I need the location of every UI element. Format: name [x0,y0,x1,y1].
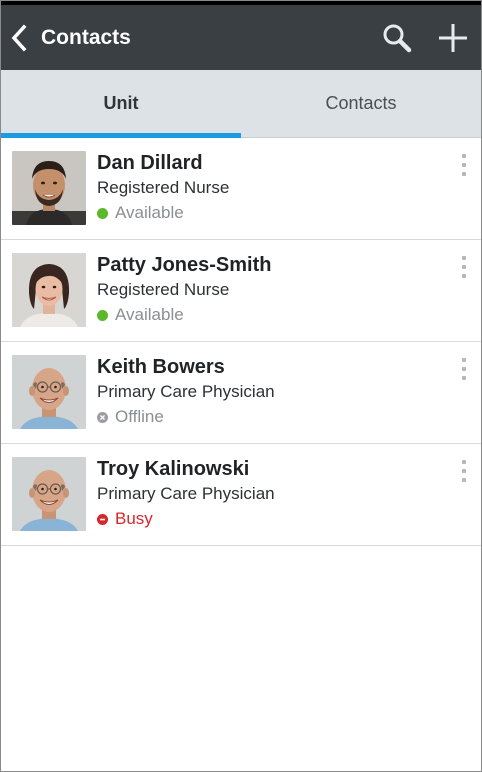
offline-status-icon [97,411,108,423]
page-title: Contacts [41,25,131,49]
avatar [12,457,86,531]
contact-info: Dan Dillard Registered Nurse Available [97,151,229,239]
contact-info: Patty Jones-Smith Registered Nurse Avail… [97,253,271,341]
contact-role: Primary Care Physician [97,382,275,401]
contact-list: Dan Dillard Registered Nurse Available P… [1,138,481,546]
tab-bar: Unit Contacts [1,70,481,138]
overflow-menu-icon[interactable] [457,358,471,380]
available-status-icon [97,207,108,219]
tab-contacts[interactable]: Contacts [241,70,481,137]
search-button[interactable] [369,5,425,70]
available-status-icon [97,309,108,321]
action-bar: Contacts [1,5,481,70]
contact-name: Troy Kalinowski [97,458,250,480]
status-label: Available [115,305,184,324]
action-bar-actions [369,5,481,70]
tab-unit-label: Unit [103,93,139,113]
back-button[interactable]: Contacts [1,5,131,70]
plus-icon [439,23,467,52]
add-contact-button[interactable] [425,5,481,70]
tab-unit[interactable]: Unit [1,70,241,138]
contact-name: Patty Jones-Smith [97,254,272,276]
contact-name: Keith Bowers [97,356,225,378]
chevron-left-icon [11,24,27,51]
contact-role: Primary Care Physician [97,484,275,503]
status-label: Busy [115,509,153,528]
contact-info: Troy Kalinowski Primary Care Physician B… [97,457,275,545]
contact-status: Busy [97,507,275,531]
contact-role: Registered Nurse [97,280,230,299]
overflow-menu-icon[interactable] [457,154,471,176]
avatar [12,355,86,429]
overflow-menu-icon[interactable] [457,460,471,482]
status-label: Available [115,203,184,222]
busy-status-icon [97,513,108,525]
contact-info: Keith Bowers Primary Care Physician Offl… [97,355,275,443]
contact-status: Offline [97,405,275,429]
tab-contacts-label: Contacts [325,93,397,113]
search-icon [383,24,412,52]
status-label: Offline [115,407,164,426]
avatar [12,151,86,225]
contact-row[interactable]: Troy Kalinowski Primary Care Physician B… [1,444,481,546]
contact-row[interactable]: Keith Bowers Primary Care Physician Offl… [1,342,481,444]
contact-row[interactable]: Patty Jones-Smith Registered Nurse Avail… [1,240,481,342]
contact-row[interactable]: Dan Dillard Registered Nurse Available [1,138,481,240]
app-screen: Contacts Unit Contacts Dan Dillard Regis… [0,0,482,772]
overflow-menu-icon[interactable] [457,256,471,278]
contact-name: Dan Dillard [97,152,203,174]
avatar [12,253,86,327]
contact-status: Available [97,303,271,327]
contact-status: Available [97,201,229,225]
contact-role: Registered Nurse [97,178,230,197]
